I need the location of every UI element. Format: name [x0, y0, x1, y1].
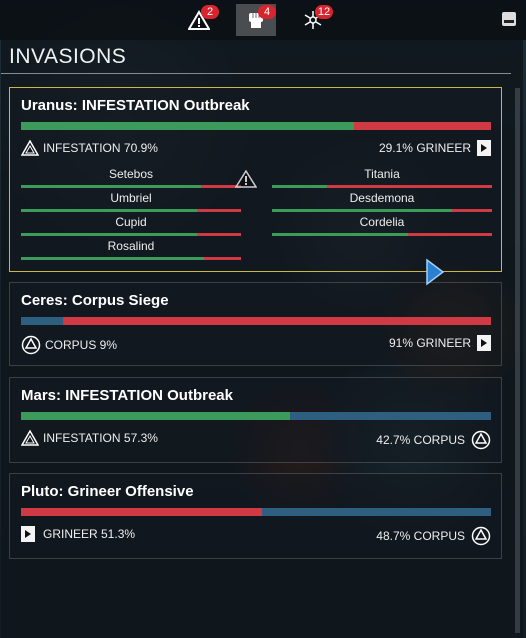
faction-row: INFESTATION 57.3% 42.7% CORPUS [10, 430, 501, 450]
faction-row: CORPUS 9% 91% GRINEER [10, 335, 501, 355]
defender-side: 42.7% CORPUS [376, 430, 491, 450]
node-name: Umbriel [110, 191, 152, 205]
node-left-fill [272, 209, 453, 212]
node-progress-bar [21, 233, 241, 236]
node-left-fill [21, 257, 204, 260]
progress-right-fill [63, 317, 491, 325]
invasion-title: Mars: INFESTATION Outbreak [21, 387, 233, 404]
progress-right-fill [290, 412, 491, 420]
invasions-tab[interactable]: 4 [236, 4, 276, 36]
node-cupid[interactable]: Cupid [21, 215, 241, 236]
node-rosalind[interactable]: Rosalind [21, 239, 241, 260]
progress-right-fill [262, 508, 491, 516]
panel-title: INVASIONS [9, 45, 127, 68]
defender-side: 91% GRINEER [389, 335, 491, 351]
invasions-count-badge: 4 [258, 5, 276, 19]
warning-icon [235, 170, 257, 188]
invasion-card-uranus[interactable]: Uranus: INFESTATION Outbreak INFESTATION… [9, 87, 502, 272]
node-name: Setebos [108, 167, 154, 181]
node-name: Rosalind [107, 239, 155, 253]
grineer-icon [21, 526, 35, 542]
faction-row: GRINEER 51.3% 48.7% CORPUS [10, 526, 501, 546]
invasion-title: Ceres: Corpus Siege [21, 292, 169, 309]
invasion-progress-bar [21, 412, 491, 420]
attacker-side: CORPUS 9% [21, 335, 117, 355]
corpus-icon [471, 526, 491, 546]
attacker-side: INFESTATION 70.9% [21, 140, 158, 156]
defender-label: 48.7% CORPUS [376, 529, 465, 543]
grineer-icon [477, 140, 491, 156]
node-setebos[interactable]: Setebos [21, 167, 241, 188]
node-left-fill [21, 185, 202, 188]
alerts-count-badge: 2 [201, 5, 219, 19]
node-umbriel[interactable]: Umbriel [21, 191, 241, 212]
node-name: Cordelia [359, 215, 405, 229]
node-name: Desdemona [349, 191, 415, 205]
node-progress-bar [21, 257, 241, 260]
defender-label: 29.1% GRINEER [378, 141, 471, 155]
node-cordelia[interactable]: Cordelia [272, 215, 492, 236]
invasion-title: Pluto: Grineer Offensive [21, 483, 194, 500]
progress-left-fill [21, 412, 291, 420]
defender-side: 29.1% GRINEER [379, 140, 491, 156]
node-right-fill [327, 185, 492, 188]
node-left-fill [272, 185, 327, 188]
node-left-fill [21, 209, 197, 212]
infestation-icon [21, 430, 39, 446]
attacker-label: INFESTATION 70.9% [43, 141, 158, 155]
node-left-fill [21, 233, 197, 236]
node-left-fill [272, 233, 409, 236]
progress-left-fill [21, 317, 64, 325]
invasion-progress-bar [21, 317, 491, 325]
grineer-icon [477, 335, 491, 351]
minimize-button[interactable] [502, 12, 516, 26]
defender-label: 42.7% CORPUS [376, 433, 465, 447]
faction-row: INFESTATION 70.9% 29.1% GRINEER [10, 140, 501, 158]
node-right-fill [452, 209, 492, 212]
attacker-label: INFESTATION 57.3% [43, 431, 158, 445]
defender-side: 48.7% CORPUS [376, 526, 491, 546]
progress-left-fill [21, 122, 355, 130]
invasion-card-ceres[interactable]: Ceres: Corpus Siege CORPUS 9% 91% GRINEE… [9, 282, 502, 366]
node-name: Cupid [115, 215, 147, 229]
node-desdemona[interactable]: Desdemona [272, 191, 492, 212]
invasion-progress-bar [21, 122, 491, 130]
corpus-icon [471, 430, 491, 450]
defender-label: 91% GRINEER [388, 336, 471, 350]
scrollbar[interactable] [515, 88, 520, 633]
cursor-arrow-icon [426, 258, 445, 286]
attacker-side: INFESTATION 57.3% [21, 430, 158, 446]
invasions-panel: INVASIONS Uranus: INFESTATION Outbreak I… [1, 40, 523, 638]
node-right-fill [197, 209, 241, 212]
invasion-card-pluto[interactable]: Pluto: Grineer Offensive GRINEER 51.3% 4… [9, 473, 502, 559]
node-right-fill [408, 233, 492, 236]
node-progress-bar [272, 185, 492, 188]
attacker-label: GRINEER 51.3% [43, 527, 136, 541]
node-progress-bar [21, 185, 241, 188]
syndicates-count-badge: 12 [315, 5, 333, 19]
corpus-icon [21, 335, 41, 355]
alerts-tab[interactable]: 2 [179, 4, 219, 36]
top-bar: 2 4 12 [0, 0, 526, 40]
attacker-label: CORPUS 9% [45, 338, 118, 352]
invasion-title: Uranus: INFESTATION Outbreak [21, 97, 250, 114]
node-name: Titania [364, 167, 400, 181]
infestation-icon [21, 140, 39, 156]
syndicates-tab[interactable]: 12 [293, 4, 333, 36]
title-divider [1, 73, 511, 74]
node-progress-bar [21, 209, 241, 212]
node-titania[interactable]: Titania [272, 167, 492, 188]
node-progress-bar [272, 209, 492, 212]
attacker-side: GRINEER 51.3% [21, 526, 135, 542]
progress-right-fill [354, 122, 491, 130]
node-right-fill [197, 233, 241, 236]
invasion-progress-bar [21, 508, 491, 516]
invasion-card-mars[interactable]: Mars: INFESTATION Outbreak INFESTATION 5… [9, 377, 502, 463]
node-right-fill [203, 257, 241, 260]
progress-left-fill [21, 508, 263, 516]
node-progress-bar [272, 233, 492, 236]
